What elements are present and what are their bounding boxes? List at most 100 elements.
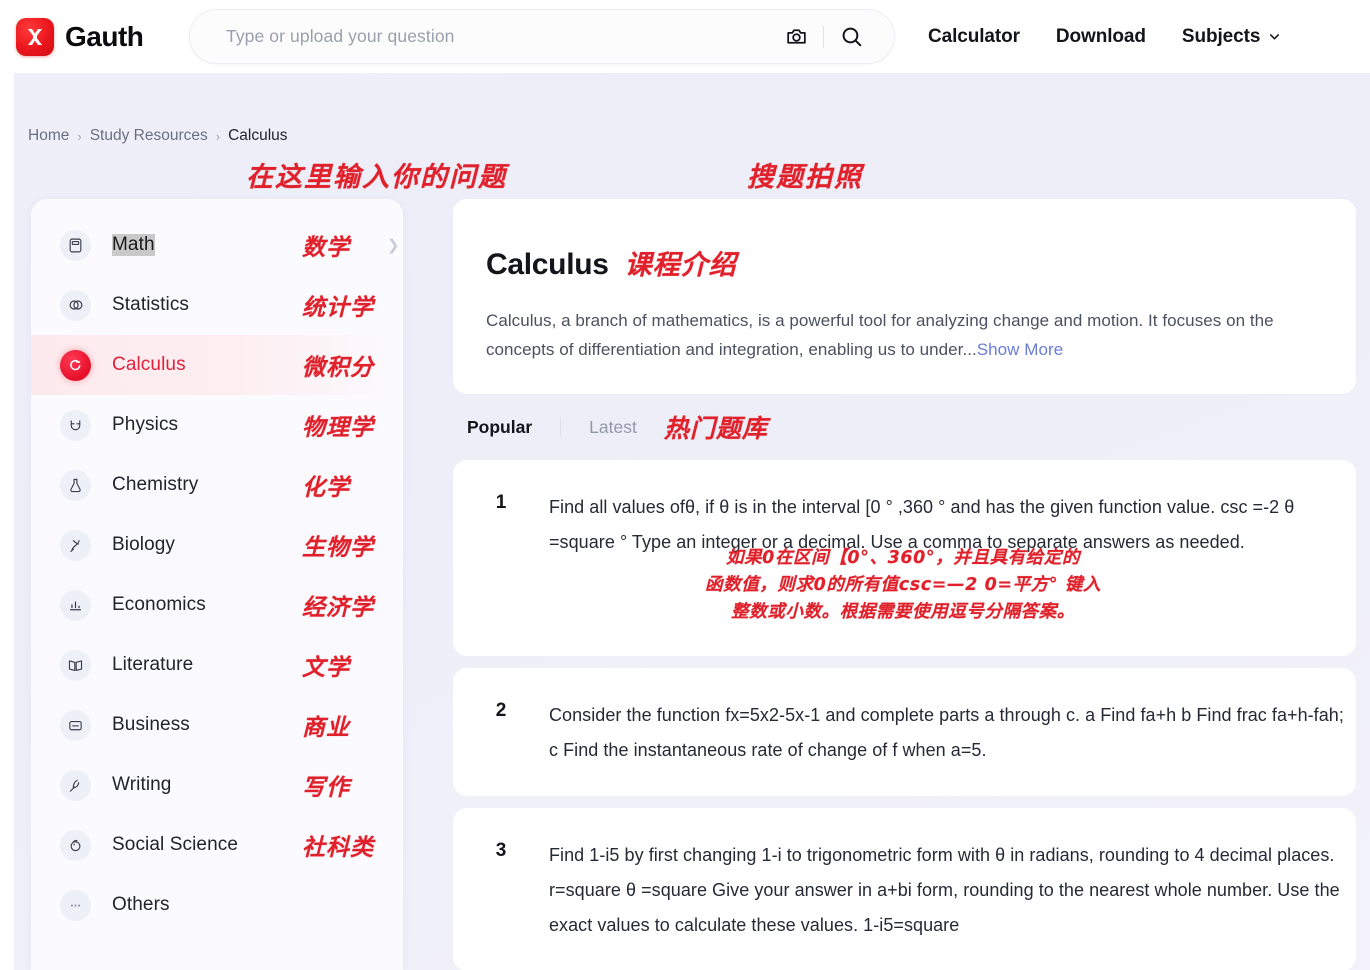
sidebar-item-cn: 文学	[302, 655, 350, 681]
sidebar-item-label: Math	[112, 234, 155, 256]
sidebar-item-social-science[interactable]: Social Science 社科类	[31, 815, 403, 875]
book-icon	[60, 649, 91, 681]
sidebar-item-label: Statistics	[112, 294, 190, 315]
breadcrumb-home[interactable]: Home	[28, 127, 69, 145]
course-title-row: Calculus 课程介绍	[486, 243, 1324, 282]
question-text: Find 1-i5 by first changing 1-i to trigo…	[549, 845, 1340, 935]
search-actions	[775, 16, 872, 58]
annotation-tabs-hint: 热门题库	[663, 414, 768, 443]
page-body: 在这里输入你的问题 搜题拍照 Home › Study Resources › …	[14, 73, 1370, 970]
sidebar-item-biology[interactable]: Biology 生物学	[31, 515, 403, 575]
question-number: 1	[495, 492, 507, 513]
venn-icon	[60, 289, 91, 321]
brand-logo[interactable]: Gauth	[16, 17, 144, 56]
nav-subjects-label: Subjects	[1181, 25, 1261, 47]
action-divider	[823, 25, 824, 48]
nav-download[interactable]: Download	[1056, 26, 1146, 48]
sidebar-item-cn: 商业	[302, 715, 350, 741]
main-nav: Calculator Download Subjects	[928, 0, 1282, 73]
breadcrumb-study-resources[interactable]: Study Resources	[90, 127, 208, 145]
sidebar-item-label: Literature	[112, 654, 194, 675]
annotation-input-hint: 在这里输入你的问题	[246, 162, 507, 193]
brand-name: Gauth	[65, 20, 144, 52]
sidebar-item-cn: 生物学	[302, 535, 374, 561]
page-title: Calculus	[486, 248, 609, 281]
show-more-link[interactable]: Show More	[977, 340, 1063, 359]
calculator-icon	[60, 229, 91, 261]
sidebar-item-literature[interactable]: Literature 文学	[31, 635, 403, 695]
sidebar-item-calculus[interactable]: Calculus 微积分	[31, 335, 403, 395]
sidebar-item-label: Physics	[112, 414, 179, 435]
tab-latest[interactable]: Latest	[585, 417, 641, 438]
question-card[interactable]: 1 Find all values ofθ, if θ is in the in…	[453, 460, 1356, 656]
nav-subjects[interactable]: Subjects	[1182, 26, 1282, 48]
left-white-strip	[0, 73, 14, 970]
sidebar-item-label: Others	[112, 894, 170, 915]
annotation-q1-line3: 整数或小数。根据需要使用逗号分隔答案。	[731, 602, 1075, 622]
nav-download-label: Download	[1055, 25, 1146, 47]
flask-icon	[60, 469, 91, 501]
search-icon[interactable]	[830, 16, 872, 58]
sidebar-item-cn: 写作	[302, 775, 350, 801]
chevron-right-icon: ❯	[387, 237, 400, 254]
course-description-text: Calculus, a branch of mathematics, is a …	[486, 311, 1274, 359]
dna-icon	[60, 529, 91, 561]
sidebar-item-label: Chemistry	[112, 474, 199, 495]
subject-sidebar: Math 数学 ❯ Statistics 统计学 Calculus 微积分 Ph…	[31, 199, 403, 970]
question-number: 3	[495, 840, 507, 861]
nav-calculator-label: Calculator	[928, 25, 1020, 47]
sidebar-item-physics[interactable]: Physics 物理学	[31, 395, 403, 455]
camera-icon[interactable]	[775, 16, 817, 58]
question-row: 2 Consider the function fx=5x2-5x-1 and …	[453, 698, 1356, 768]
annotation-q1-line1: 如果0在区间【0°、360°，并且具有给定的	[725, 548, 1081, 568]
annotation-q1-line2: 函数值，则求0的所有值csc=—2 0=平方° 键入	[705, 575, 1102, 595]
pen-icon	[60, 769, 91, 801]
tab-divider	[560, 417, 562, 437]
question-number: 2	[495, 700, 507, 721]
question-tabs: Popular Latest 热门题库	[453, 394, 1356, 460]
sidebar-item-cn: 化学	[302, 475, 350, 501]
ellipsis-icon	[60, 889, 91, 921]
sidebar-item-cn: 数学	[302, 235, 350, 261]
sidebar-item-label: Calculus	[112, 354, 186, 375]
course-description: Calculus, a branch of mathematics, is a …	[486, 306, 1324, 364]
sidebar-item-cn: 微积分	[302, 355, 374, 381]
breadcrumb-separator: ›	[77, 128, 82, 144]
sidebar-item-label: Biology	[112, 534, 176, 555]
question-text: Consider the function fx=5x2-5x-1 and co…	[549, 705, 1344, 760]
sidebar-item-statistics[interactable]: Statistics 统计学	[31, 275, 403, 335]
sidebar-item-cn: 经济学	[302, 595, 374, 621]
chevron-down-icon	[1270, 34, 1280, 40]
breadcrumb-separator: ›	[215, 128, 221, 144]
annotation-question1: 如果0在区间【0°、360°，并且具有给定的 函数值，则求0的所有值csc=—2…	[705, 545, 1101, 626]
question-row: 3 Find 1-i5 by first changing 1-i to tri…	[453, 838, 1356, 943]
sidebar-item-label: Economics	[112, 594, 206, 615]
sidebar-item-others[interactable]: Others	[31, 875, 403, 935]
calculus-icon	[60, 349, 91, 381]
sidebar-item-cn: 物理学	[302, 415, 374, 441]
question-card[interactable]: 3 Find 1-i5 by first changing 1-i to tri…	[453, 808, 1356, 970]
course-intro-card: Calculus 课程介绍 Calculus, a branch of math…	[453, 199, 1356, 394]
sidebar-item-business[interactable]: Business 商业	[31, 695, 403, 755]
sidebar-item-cn: 统计学	[302, 295, 374, 321]
breadcrumb: Home › Study Resources › Calculus	[28, 127, 288, 145]
sidebar-item-chemistry[interactable]: Chemistry 化学	[31, 455, 403, 515]
tab-popular[interactable]: Popular	[463, 417, 536, 438]
search-bar[interactable]: Type or upload your question	[189, 9, 895, 64]
sidebar-item-economics[interactable]: Economics 经济学	[31, 575, 403, 635]
sidebar-item-label: Business	[112, 714, 190, 735]
main-content: Calculus 课程介绍 Calculus, a branch of math…	[453, 199, 1356, 970]
gauth-logo-icon	[16, 17, 54, 56]
breadcrumb-calculus[interactable]: Calculus	[228, 127, 287, 145]
sidebar-item-writing[interactable]: Writing 写作	[31, 755, 403, 815]
magnet-icon	[60, 409, 91, 441]
question-card[interactable]: 2 Consider the function fx=5x2-5x-1 and …	[453, 668, 1356, 796]
sidebar-item-label: Writing	[112, 774, 172, 795]
search-input[interactable]: Type or upload your question	[226, 26, 775, 47]
sidebar-item-math[interactable]: Math 数学 ❯	[31, 215, 403, 275]
annotation-intro-hint: 课程介绍	[624, 250, 737, 281]
briefcase-icon	[60, 709, 91, 741]
bar-chart-icon	[60, 589, 91, 621]
annotation-camera-hint: 搜题拍照	[747, 162, 863, 193]
nav-calculator[interactable]: Calculator	[928, 26, 1020, 48]
